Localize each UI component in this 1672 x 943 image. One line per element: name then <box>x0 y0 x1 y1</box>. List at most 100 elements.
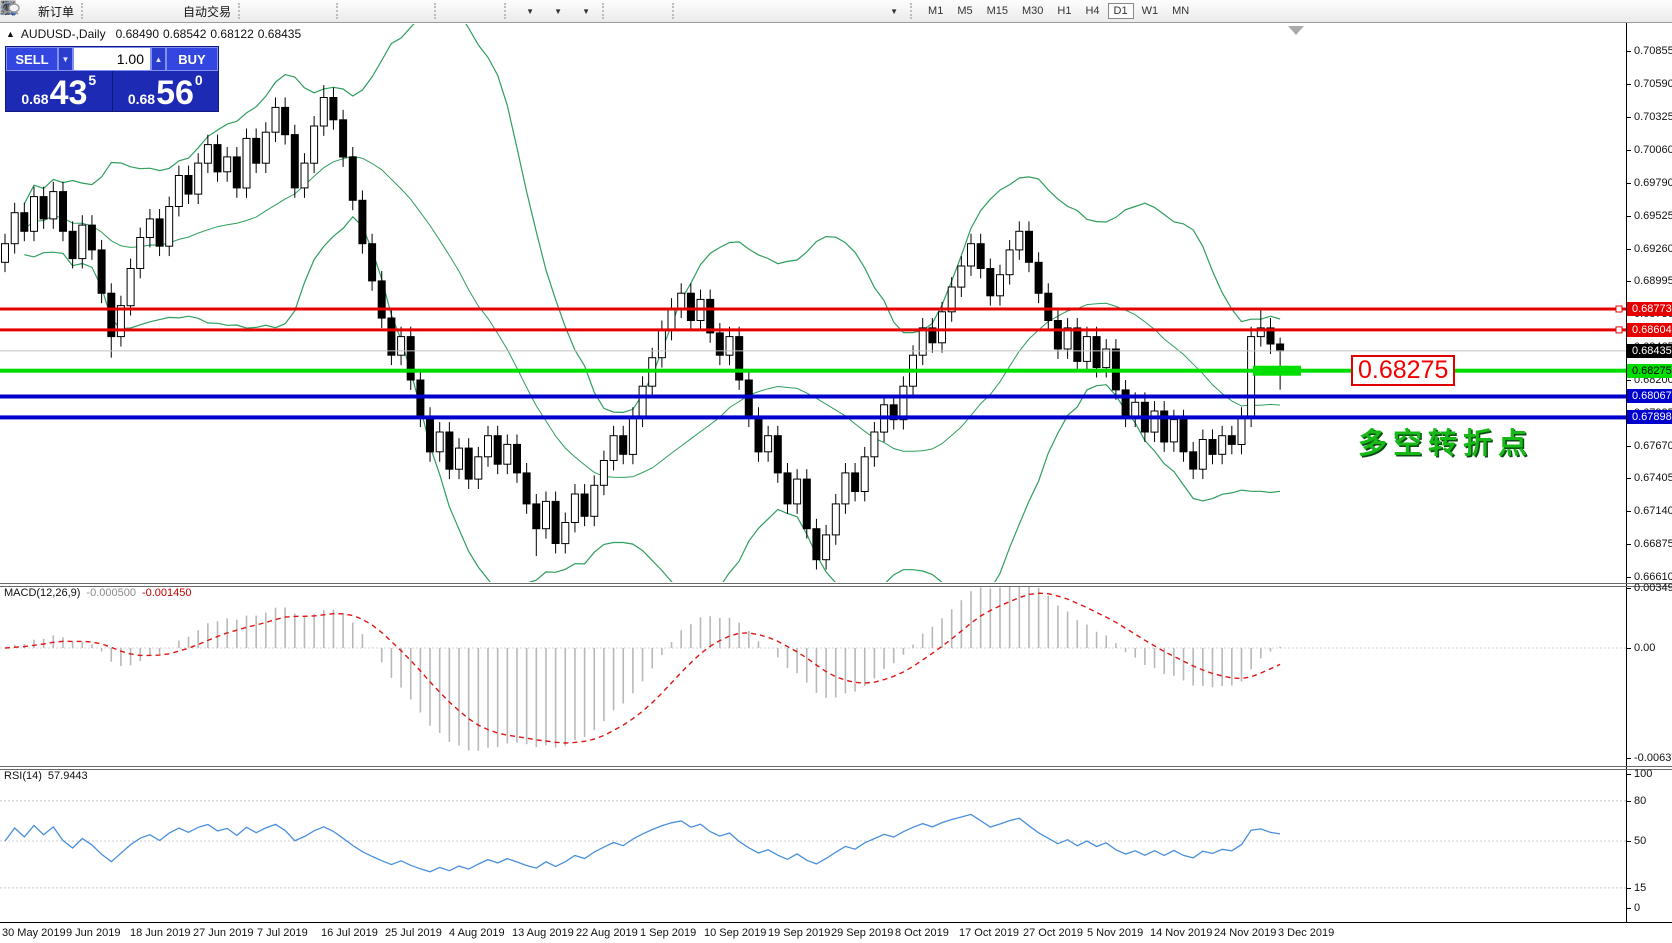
cn-annotation-text[interactable]: 多空转折点 <box>1358 420 1533 462</box>
scale-tick-label: 15 <box>1634 883 1646 894</box>
sell-price[interactable]: 0.68 43 5 <box>6 71 112 111</box>
candle <box>494 436 501 465</box>
ohlc-low: 0.68122 <box>210 27 253 41</box>
candle <box>98 250 105 293</box>
sell-price-sup: 5 <box>88 73 96 87</box>
candle <box>1199 440 1206 470</box>
date-label: 30 May 2019 <box>2 927 66 939</box>
ohlc-close: 0.68435 <box>258 27 301 41</box>
candle <box>1016 231 1023 250</box>
candle <box>1277 344 1284 351</box>
date-label: 10 Sep 2019 <box>704 927 766 939</box>
candle <box>11 213 18 244</box>
candle <box>2 244 9 263</box>
candle <box>301 163 308 188</box>
scale-tick <box>1627 478 1631 479</box>
candle <box>794 479 801 504</box>
candle <box>233 157 240 188</box>
candle <box>340 120 347 157</box>
candle <box>436 432 443 452</box>
date-label: 18 Jun 2019 <box>130 927 191 939</box>
candle <box>629 417 636 454</box>
scale-tick <box>1627 249 1631 250</box>
candle <box>543 501 550 528</box>
scale-tick-label: 0.67670 <box>1634 441 1672 452</box>
price-callout-text[interactable]: 0.68275 <box>1351 355 1455 386</box>
scale-tick-label: 0.00 <box>1634 643 1655 654</box>
symbol-header: ▲ AUDUSD-,Daily 0.68490 0.68542 0.68122 … <box>6 27 301 41</box>
candle <box>21 213 28 232</box>
scale-tick <box>1627 150 1631 151</box>
scale-tick-label: 0.70855 <box>1634 46 1672 57</box>
scale-tick-label: 0.68995 <box>1634 276 1672 287</box>
candle <box>1151 411 1158 432</box>
scale-tick-label: -0.00637 <box>1634 753 1672 764</box>
volume-increase-button[interactable]: ▲ <box>151 47 166 71</box>
buy-button[interactable]: BUY <box>166 47 218 71</box>
candle <box>562 523 569 544</box>
candle <box>446 432 453 469</box>
scale-tick-label: 0.69790 <box>1634 178 1672 189</box>
horizontal-line-object[interactable] <box>0 395 1626 399</box>
horizontal-line-selection[interactable] <box>1253 366 1301 376</box>
horizontal-line-object[interactable] <box>0 328 1626 331</box>
candle <box>1190 452 1197 469</box>
scale-tick-label: 0.67405 <box>1634 473 1672 484</box>
candle <box>456 448 463 469</box>
candle <box>1209 440 1216 455</box>
scale-tick <box>1627 577 1631 578</box>
candle <box>823 535 830 560</box>
symbol-collapse-icon[interactable]: ▲ <box>6 29 15 39</box>
candle <box>175 176 182 207</box>
scale-tick <box>1627 841 1631 842</box>
candle <box>282 107 289 134</box>
symbol-title: AUDUSD-,Daily <box>21 27 106 41</box>
candle <box>88 225 95 250</box>
candle <box>620 436 627 455</box>
candle <box>1093 337 1100 368</box>
rsi-window-label: RSI(14)57.9443 <box>4 770 88 782</box>
candle <box>861 457 868 492</box>
candle <box>31 197 38 232</box>
candle <box>1170 420 1177 442</box>
scale-tick <box>1627 380 1631 381</box>
ohlc-high: 0.68542 <box>163 27 206 41</box>
horizontal-line-object[interactable] <box>0 415 1626 419</box>
volume-decrease-button[interactable]: ▼ <box>58 47 73 71</box>
candle <box>243 138 250 188</box>
candle <box>1219 436 1226 455</box>
scale-tick-label: 50 <box>1634 836 1646 847</box>
candle <box>1122 390 1129 417</box>
candle <box>552 501 559 543</box>
candle <box>958 266 965 287</box>
scale-tick-label: 0.69260 <box>1634 244 1672 255</box>
candle <box>40 197 47 219</box>
candle <box>745 380 752 417</box>
volume-input[interactable]: 1.00 <box>73 47 151 71</box>
chart-shift-marker[interactable] <box>1288 26 1304 35</box>
candle <box>1026 231 1033 262</box>
scale-tick-label: 0 <box>1634 903 1640 914</box>
sell-button[interactable]: SELL <box>6 47 58 71</box>
macd-window-label: MACD(12,26,9)-0.000500-0.001450 <box>4 587 192 599</box>
candle <box>214 145 221 172</box>
candle <box>253 138 260 163</box>
candle <box>79 225 86 259</box>
candle <box>755 417 762 452</box>
scale-tick <box>1627 281 1631 282</box>
date-label: 14 Nov 2019 <box>1150 927 1212 939</box>
candle <box>678 293 685 308</box>
macd-value-1: -0.000500 <box>86 587 136 599</box>
candle <box>185 176 192 195</box>
candle <box>610 436 617 461</box>
candle <box>504 444 511 464</box>
buy-price[interactable]: 0.68 56 0 <box>113 71 219 111</box>
date-label: 1 Sep 2019 <box>640 927 696 939</box>
date-label: 16 Jul 2019 <box>321 927 378 939</box>
candle <box>485 436 492 457</box>
date-label: 9 Jun 2019 <box>66 927 120 939</box>
horizontal-line-object[interactable] <box>0 308 1626 311</box>
scale-tick <box>1627 758 1631 759</box>
price-line-label: 0.68604 <box>1627 323 1672 337</box>
date-label: 8 Oct 2019 <box>895 927 949 939</box>
